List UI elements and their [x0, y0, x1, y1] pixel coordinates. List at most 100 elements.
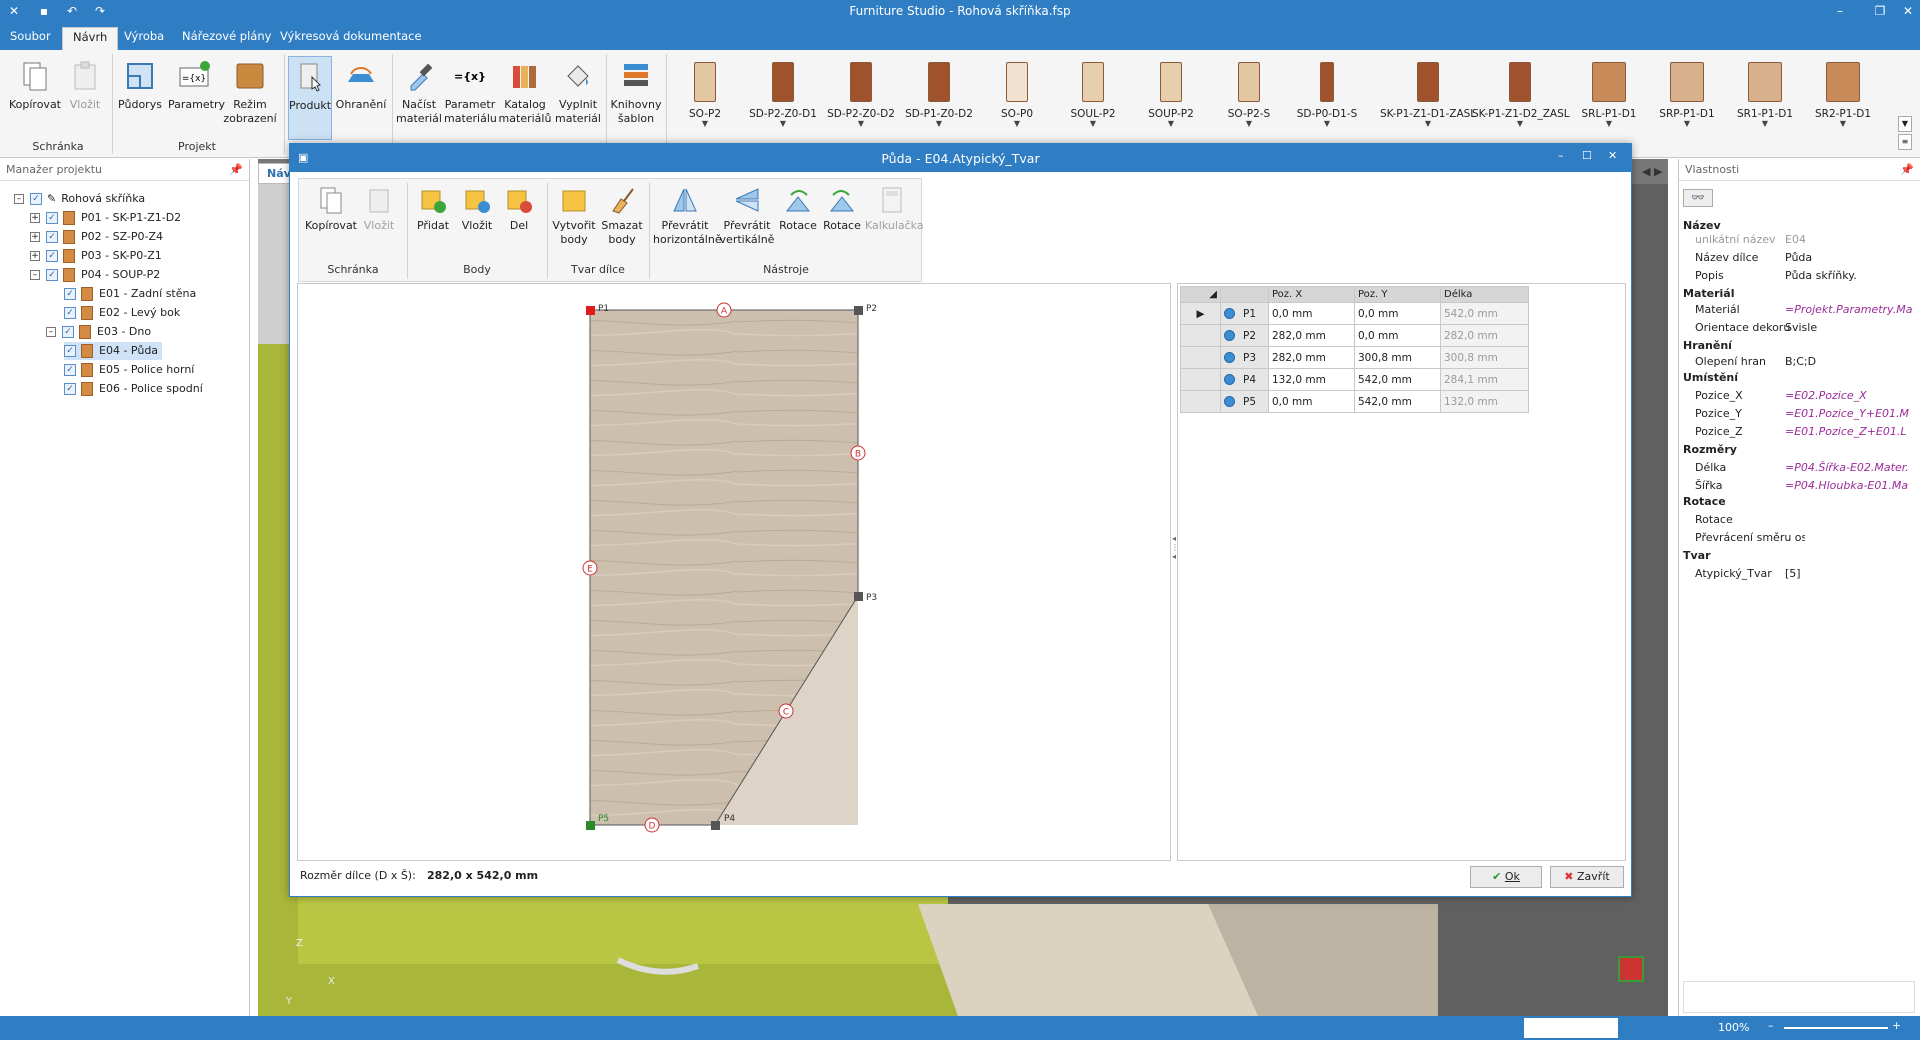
expand-icon[interactable]: + — [30, 232, 40, 242]
property-category[interactable]: Rozměry — [1679, 441, 1920, 459]
vlozit-button[interactable]: Vložit — [64, 56, 106, 140]
corner-cell[interactable]: ◢ — [1180, 286, 1221, 303]
vyplnit-material-button[interactable]: Vyplnit materiál — [554, 56, 602, 140]
cabinet-so-p2-s[interactable]: SO-P2-S ▼ — [1212, 56, 1286, 146]
dlg-smazat-body-button[interactable]: Smazat body — [599, 183, 645, 253]
column-header-x[interactable]: Poz. X — [1268, 286, 1355, 303]
dlg-rotace-right-button[interactable]: Rotace — [821, 183, 863, 253]
ohraneni-button[interactable]: Ohranění — [334, 56, 388, 140]
property-value[interactable]: =E01.Pozice_Z+E01.L — [1785, 423, 1919, 441]
cabinet-sk-p1-z1-d1-zasl[interactable]: SK-P1-Z1-D1-ZASL ▼ — [1380, 56, 1476, 146]
cabinet-sd-p0-d1-s[interactable]: SD-P0-D1-S ▼ — [1290, 56, 1364, 146]
tree-item-e04[interactable]: ✓ E04 - Půda — [64, 342, 163, 360]
glasses-icon[interactable]: 👓 — [1683, 189, 1713, 207]
tab-navrh[interactable]: Návrh — [62, 27, 119, 50]
property-row[interactable]: Popis Půda skříňky. — [1679, 267, 1920, 285]
checkbox[interactable]: ✓ — [64, 364, 76, 376]
cabinet-sr2-p1-d1[interactable]: SR2-P1-D1 ▼ — [1806, 56, 1880, 146]
dlg-rotace-left-button[interactable]: Rotace — [777, 183, 819, 253]
checkbox[interactable]: ✓ — [62, 326, 74, 338]
pudorys-button[interactable]: Půdorys — [116, 56, 164, 140]
zoom-slider[interactable] — [1784, 1027, 1888, 1029]
tab-soubor[interactable]: Soubor — [0, 27, 61, 50]
row-header[interactable]: ▶ — [1180, 302, 1221, 325]
checkbox[interactable]: ✓ — [64, 288, 76, 300]
restore-button[interactable]: ❐ — [1870, 2, 1890, 20]
tree-item-p02[interactable]: + ✓ P02 - SZ-P0-Z4 — [30, 228, 163, 246]
cabinet-sd-p2-z0-d1[interactable]: SD-P2-Z0-D1 ▼ — [746, 56, 820, 146]
dlg-prevratit-v-button[interactable]: Převrátit vertikálně — [719, 183, 775, 253]
ok-button[interactable]: ✔ Ok — [1470, 866, 1542, 888]
point-handle-p5[interactable] — [586, 821, 595, 830]
table-row[interactable]: P5 0,0 mm 542,0 mm 132,0 mm — [1180, 390, 1529, 413]
tab-vykresova-dokumentace[interactable]: Výkresová dokumentace — [270, 27, 432, 50]
pos-x-cell[interactable]: 0,0 mm — [1268, 390, 1355, 413]
dlg-prevratit-h-button[interactable]: Převrátit horizontálně — [653, 183, 722, 253]
property-row[interactable]: Pozice_Y =E01.Pozice_Y+E01.M — [1679, 405, 1920, 423]
property-row[interactable]: Pozice_X =E02.Pozice_X — [1679, 387, 1920, 405]
cabinet-soup-p2[interactable]: SOUP-P2 ▼ — [1134, 56, 1208, 146]
viewport-nav-left[interactable]: ◀ — [1642, 165, 1650, 178]
property-row[interactable]: Převrácení směru os — [1679, 529, 1920, 547]
rezim-zobrazeni-button[interactable]: Režim zobrazení — [222, 56, 278, 140]
property-row[interactable]: Název dílce Půda — [1679, 249, 1920, 267]
tree-item-e01[interactable]: ✓ E01 - Zadní stěna — [64, 285, 196, 303]
property-row[interactable]: Atypický_Tvar [5] — [1679, 565, 1920, 583]
close-button[interactable]: ✕ — [1898, 2, 1918, 20]
point-handle-p4[interactable] — [711, 821, 720, 830]
property-category[interactable]: Umístění — [1679, 369, 1920, 387]
property-value[interactable]: Půda skříňky. — [1785, 267, 1919, 285]
gallery-scroll-down[interactable]: ▼ — [1898, 116, 1912, 132]
pin-icon[interactable]: 📌 — [229, 159, 243, 181]
table-row[interactable]: P4 132,0 mm 542,0 mm 284,1 mm — [1180, 368, 1529, 391]
minimize-button[interactable]: – — [1830, 2, 1850, 20]
cabinet-soul-p2[interactable]: SOUL-P2 ▼ — [1056, 56, 1130, 146]
cabinet-so-p2[interactable]: SO-P2 ▼ — [668, 56, 742, 146]
gallery-expand[interactable]: ≡ — [1898, 134, 1912, 150]
tree-root[interactable]: – ✓ ✎ Rohová skříňka — [14, 190, 145, 208]
collapse-icon[interactable]: – — [30, 270, 40, 280]
property-category[interactable]: Rotace — [1679, 493, 1920, 511]
point-handle-p1[interactable] — [586, 306, 595, 315]
status-input[interactable] — [1524, 1018, 1618, 1038]
cabinet-sr1-p1-d1[interactable]: SR1-P1-D1 ▼ — [1728, 56, 1802, 146]
checkbox[interactable]: ✓ — [64, 345, 76, 357]
point-handle-p3[interactable] — [854, 592, 863, 601]
property-value[interactable]: =E01.Pozice_Y+E01.M — [1785, 405, 1919, 423]
cabinet-so-p0[interactable]: SO-P0 ▼ — [980, 56, 1054, 146]
dlg-vlozit-bod-button[interactable]: Vložit — [457, 183, 497, 253]
shape-canvas[interactable]: P1 P2 P3 P4 P5 A B C D E — [297, 283, 1171, 861]
parametry-button[interactable]: ={x} Parametry — [168, 56, 225, 140]
column-header-delka[interactable]: Délka — [1440, 286, 1529, 303]
property-row[interactable]: unikátní název E04 — [1679, 231, 1920, 249]
dialog-minimize-button[interactable]: – — [1558, 149, 1564, 162]
edge-marker-d[interactable]: D — [644, 817, 660, 833]
tree-item-e06[interactable]: ✓ E06 - Police spodní — [64, 380, 203, 398]
row-header[interactable] — [1180, 346, 1221, 369]
cabinet-srp-p1-d1[interactable]: SRP-P1-D1 ▼ — [1650, 56, 1724, 146]
tree-item-p01[interactable]: + ✓ P01 - SK-P1-Z1-D2 — [30, 209, 181, 227]
expand-icon[interactable]: – — [46, 327, 56, 337]
row-header[interactable] — [1180, 324, 1221, 347]
checkbox[interactable]: ✓ — [64, 307, 76, 319]
cabinet-sd-p2-z0-d2[interactable]: SD-P2-Z0-D2 ▼ — [824, 56, 898, 146]
nacist-material-button[interactable]: Načíst materiál — [396, 56, 442, 140]
edge-marker-a[interactable]: A — [716, 302, 732, 318]
pos-x-cell[interactable]: 282,0 mm — [1268, 346, 1355, 369]
tree-item-e02[interactable]: ✓ E02 - Levý bok — [64, 304, 180, 322]
pin-icon[interactable]: 📌 — [1900, 159, 1914, 181]
table-row[interactable]: ▶ P1 0,0 mm 0,0 mm 542,0 mm — [1180, 302, 1529, 325]
property-value[interactable]: =E02.Pozice_X — [1785, 387, 1919, 405]
edge-marker-e[interactable]: E — [582, 560, 598, 576]
dialog-maximize-button[interactable]: ☐ — [1582, 149, 1592, 162]
cabinet-srl-p1-d1[interactable]: SRL-P1-D1 ▼ — [1572, 56, 1646, 146]
pos-y-cell[interactable]: 300,8 mm — [1354, 346, 1441, 369]
checkbox[interactable]: ✓ — [46, 231, 58, 243]
dlg-vytvorit-body-button[interactable]: Vytvořit body — [551, 183, 597, 253]
zoom-in-icon[interactable]: + — [1892, 1019, 1901, 1032]
dlg-kalkulacka-button[interactable]: Kalkulačka — [865, 183, 924, 253]
property-row[interactable]: Pozice_Z =E01.Pozice_Z+E01.L — [1679, 423, 1920, 441]
dlg-kopirovat-button[interactable]: Kopírovat — [303, 183, 359, 253]
katalog-materialu-button[interactable]: Katalog materiálů — [498, 56, 552, 140]
property-value[interactable]: Svisle — [1785, 319, 1919, 337]
